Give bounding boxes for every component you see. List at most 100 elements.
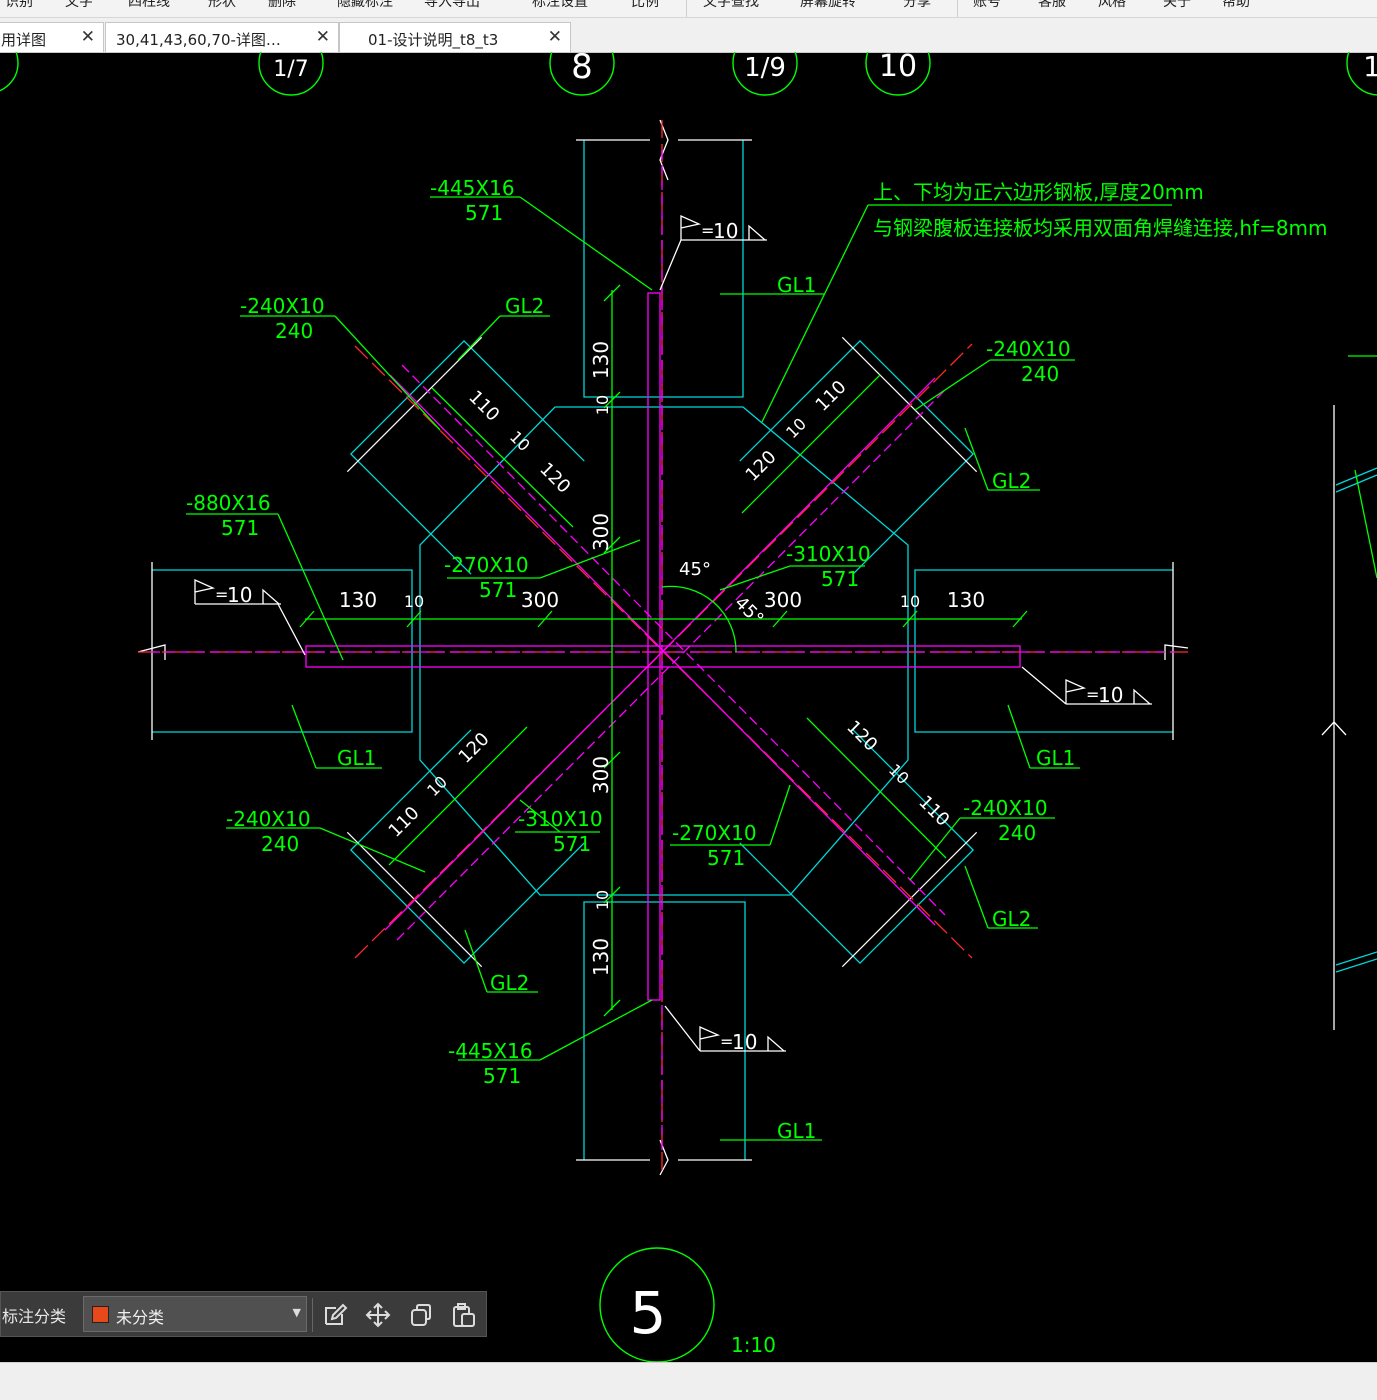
plate-label-length: 571	[707, 846, 745, 870]
leader-line	[519, 196, 653, 291]
plate-label-length: 240	[998, 821, 1036, 845]
weld-fillet-symbol	[748, 224, 766, 241]
weld-leader	[1021, 666, 1067, 705]
leader-line	[539, 999, 653, 1061]
tab-label: 01-设计说明_t8_t3	[368, 31, 499, 49]
dimension-text: 110	[464, 387, 503, 426]
paste-icon[interactable]	[449, 1300, 479, 1330]
tab-label: 30,41,43,60,70-详图…	[116, 31, 281, 49]
leader-line	[457, 315, 501, 361]
weld-fillet-symbol	[767, 1035, 785, 1052]
leader-line	[761, 204, 869, 423]
tab-design-notes[interactable]: 01-设计说明_t8_t3 ✕	[339, 22, 571, 52]
plate-label-size: -270X10	[444, 553, 529, 577]
leader-line	[914, 359, 991, 411]
weld-size: 10	[227, 583, 252, 607]
beam-label: GL1	[777, 1119, 816, 1143]
dimension-text: 130	[947, 588, 985, 612]
dimension-line	[741, 374, 881, 514]
dimension-text: 10	[885, 760, 913, 788]
beam-label: GL2	[992, 907, 1031, 931]
beam-label: GL1	[777, 273, 816, 297]
menu-item[interactable]: 比例	[631, 0, 659, 11]
plate-label-size: -445X16	[448, 1039, 533, 1063]
copy-icon[interactable]	[406, 1300, 436, 1330]
grid-bubble-label: 10	[879, 52, 917, 84]
plate-label-length: 571	[553, 832, 591, 856]
dimension-text: 10	[782, 414, 810, 442]
status-bar	[0, 1362, 1377, 1400]
dimension-text: 120	[455, 729, 494, 768]
menu-item[interactable]: 账号	[973, 0, 1001, 11]
plate-label-size: -880X16	[186, 491, 271, 515]
dimension-text: 300	[521, 588, 559, 612]
close-icon[interactable]: ✕	[548, 27, 562, 47]
plate-label-length: 571	[483, 1064, 521, 1088]
menu-divider	[957, 0, 958, 17]
leader-line	[769, 784, 791, 846]
annotation-category-panel: 标注分类 未分类 ▼	[0, 1291, 487, 1337]
plate-label-length: 240	[275, 319, 313, 343]
beam-break-symbol	[659, 1139, 669, 1176]
plate-label-length: 240	[261, 832, 299, 856]
detail-number: 5	[630, 1279, 667, 1347]
menu-item[interactable]: 屏幕旋转	[800, 0, 856, 11]
menu-item[interactable]: 导入导出	[424, 0, 480, 11]
angle-label: 45°	[730, 592, 767, 629]
diagonal-web-plate	[396, 389, 946, 941]
dimension-text: 10	[900, 592, 920, 611]
plate-label-length: 571	[479, 578, 517, 602]
weld-symbol	[699, 1025, 721, 1051]
menu-item[interactable]: 形状	[208, 0, 236, 11]
leader-line	[464, 929, 488, 993]
menu-item[interactable]: 文字查找	[703, 0, 759, 11]
dimension-text: 300	[589, 756, 613, 794]
leader-line	[964, 865, 989, 929]
menu-item[interactable]: 文字	[65, 0, 93, 11]
tab-detail-30-41[interactable]: 30,41,43,60,70-详图… ✕	[105, 22, 339, 52]
plate-label-size: -270X10	[672, 821, 757, 845]
drawing-canvas[interactable]: 1/7 8 1/9 10 11301030030010130130 10 300 300 10 1…	[0, 52, 1377, 1362]
leader-line	[319, 827, 426, 873]
grid-bubble-label: 1	[1363, 52, 1377, 83]
close-icon[interactable]: ✕	[316, 27, 330, 47]
menu-item[interactable]: 帮助	[1222, 0, 1250, 11]
beam-label: GL2	[490, 971, 529, 995]
weld-size: 10	[713, 219, 738, 243]
menu-item[interactable]: 标注设置	[532, 0, 588, 11]
adjacent-detail-line	[1335, 951, 1377, 966]
plate-label-size: -310X10	[518, 807, 603, 831]
menu-item[interactable]: 风格	[1098, 0, 1126, 11]
general-note: 与钢梁腹板连接板均采用双面角焊缝连接,hf=8mm	[873, 216, 1328, 240]
dimension-text: 10	[423, 772, 451, 800]
tab-detail-drawing[interactable]: 用详图 ✕	[0, 22, 104, 52]
annotation-category-select[interactable]: 未分类 ▼	[83, 1296, 307, 1332]
menu-item[interactable]: 关于	[1163, 0, 1191, 11]
menu-item[interactable]: 删除	[268, 0, 296, 11]
menu-item[interactable]: 隐藏标注	[337, 0, 393, 11]
menu-item[interactable]: 四柱线	[128, 0, 170, 11]
menu-item[interactable]: 分享	[903, 0, 931, 11]
leader-line	[719, 565, 791, 591]
weld-size: 10	[1098, 683, 1123, 707]
general-note: 上、下均为正六边形钢板,厚度20mm	[873, 180, 1204, 204]
dimension-text: 130	[339, 588, 377, 612]
grid-bubble-label: 1/7	[273, 57, 308, 82]
leader-line	[1007, 704, 1031, 769]
weld-leader	[659, 239, 682, 291]
menu-item[interactable]: 识别	[5, 0, 33, 11]
chevron-down-icon: ▼	[292, 1306, 301, 1319]
close-icon[interactable]: ✕	[81, 27, 95, 47]
plate-label-size: -310X10	[786, 542, 871, 566]
weld-leader	[664, 1005, 701, 1052]
leader-line	[291, 704, 317, 769]
edit-icon[interactable]	[320, 1300, 350, 1330]
adjacent-detail-line	[1335, 958, 1377, 973]
plate-label-length: 240	[1021, 362, 1059, 386]
move-icon[interactable]	[363, 1300, 393, 1330]
menu-item[interactable]: 客服	[1038, 0, 1066, 11]
plate-label-size: -445X16	[430, 176, 515, 200]
dimension-text: 10	[404, 592, 424, 611]
beam-label: GL1	[1036, 746, 1075, 770]
weld-fillet-symbol	[262, 588, 280, 605]
